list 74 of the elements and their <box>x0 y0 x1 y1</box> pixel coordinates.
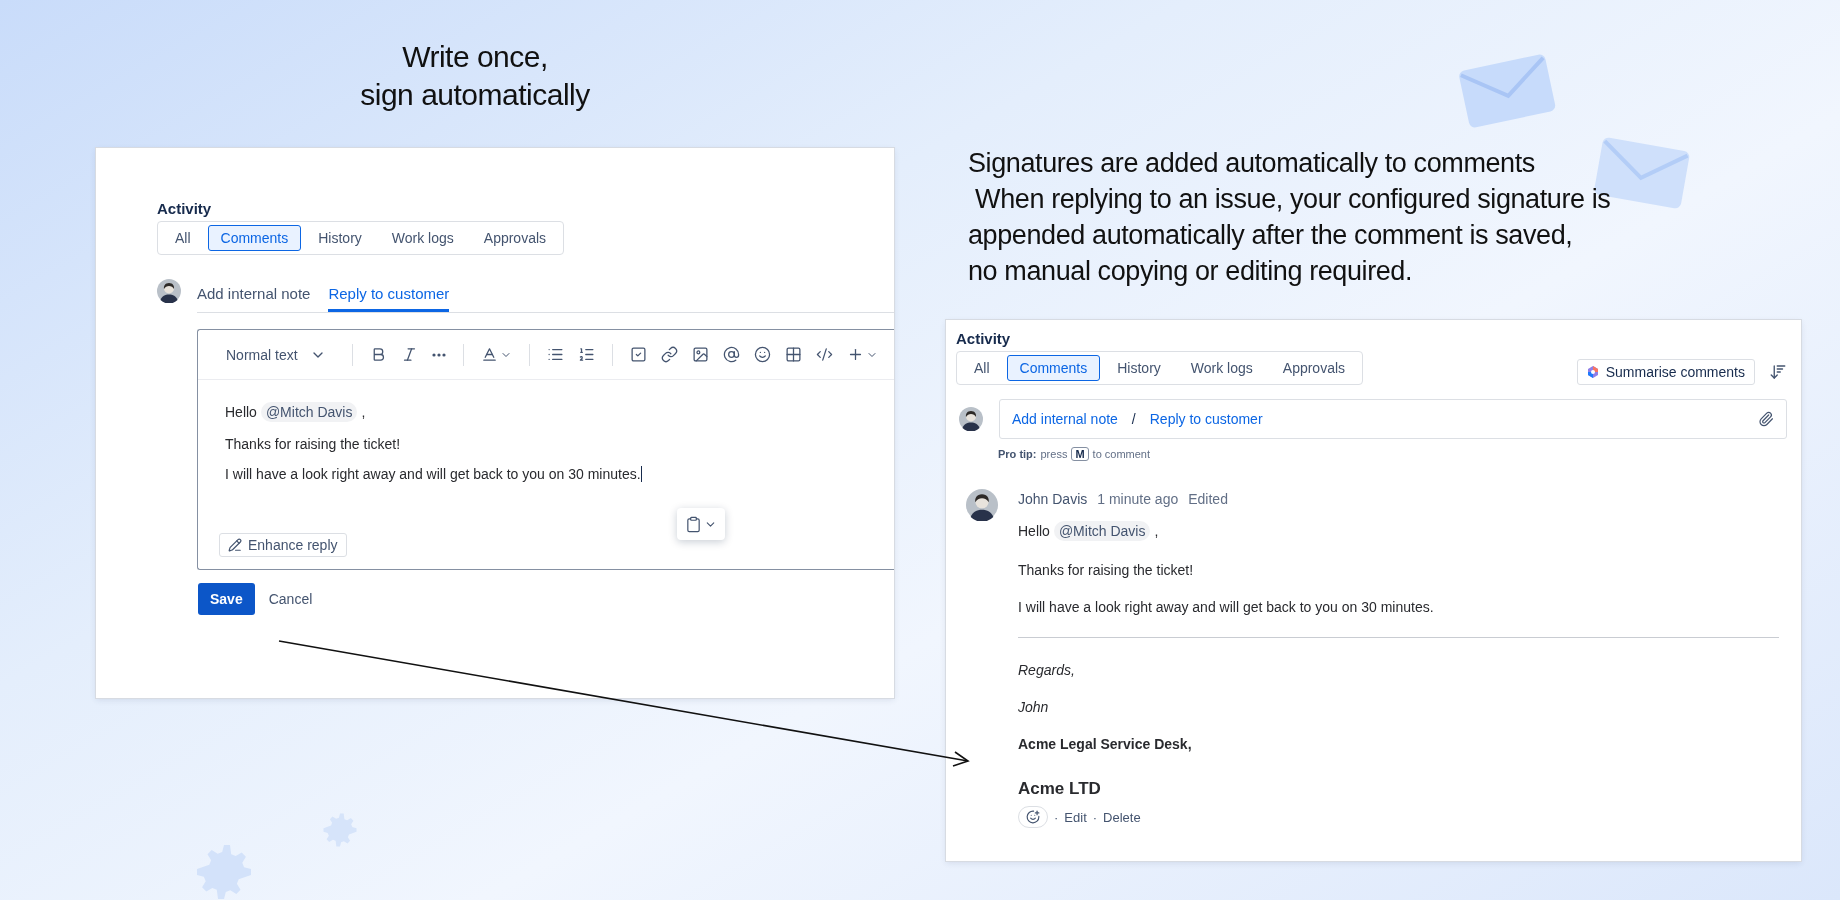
filter-tab[interactable]: Comments <box>207 225 302 251</box>
filter-tab[interactable]: History <box>1104 355 1174 381</box>
filter-tab[interactable]: Comments <box>1006 355 1101 381</box>
section-title: Activity <box>956 330 1012 347</box>
table-icon[interactable] <box>784 346 802 363</box>
signature-text: John <box>1018 699 1049 715</box>
mention-chip[interactable]: @Mitch Davis <box>260 402 358 422</box>
separator-text: / <box>1131 411 1136 427</box>
mention-icon[interactable] <box>722 346 740 363</box>
internal-note-link[interactable]: Add internal note <box>1012 411 1118 427</box>
avatar <box>157 279 181 303</box>
pencil-icon <box>228 538 242 552</box>
signature-text: Acme Legal Service Desk, <box>1018 736 1192 752</box>
comment-text: I will have a look right away and will get back to you on 30 minutes. <box>1018 599 1434 615</box>
filter-tab[interactable]: All <box>961 355 1003 381</box>
greeting-text: Hello <box>1018 523 1050 539</box>
filter-tab[interactable]: History <box>305 225 375 251</box>
sort-icon[interactable] <box>1769 363 1787 381</box>
link-icon[interactable] <box>660 346 678 363</box>
feature-title: Signatures are added automatically to comments <box>968 147 1536 180</box>
message-text: I will have a look right away and will get back to you on 30 minutes. <box>225 466 641 482</box>
headline: Write once, sign automatically <box>359 39 591 113</box>
tip-text: press <box>1040 448 1068 460</box>
comma-text: , <box>361 404 366 420</box>
greeting-text: Hello <box>225 404 257 420</box>
attach-icon[interactable] <box>1758 411 1774 427</box>
numbered-list-icon[interactable] <box>577 346 595 363</box>
enhance-reply-button[interactable]: Enhance reply <box>219 533 347 557</box>
clipboard-icon <box>685 515 702 533</box>
bullet-list-icon[interactable] <box>546 346 564 363</box>
compose-tab[interactable]: Add internal note <box>197 285 311 312</box>
filter-tab[interactable]: Work logs <box>378 225 467 251</box>
add-reaction-icon <box>1026 810 1040 824</box>
more-icon[interactable] <box>431 352 446 357</box>
avatar <box>959 407 983 431</box>
dot-separator: · <box>1054 809 1059 825</box>
text-cursor <box>640 466 642 482</box>
dot-separator: · <box>1092 809 1098 825</box>
filter-tab[interactable]: All <box>162 225 204 251</box>
tip-label: Pro tip: <box>998 448 1037 460</box>
feature-description: When replying to an issue, your configured signature is appended automatically after the comment is saved, no manual copying or editing required. <box>968 183 1612 288</box>
cancel-button[interactable]: Cancel <box>256 583 325 615</box>
signature-text: Regards, <box>1018 662 1075 678</box>
filter-tab[interactable]: Approvals <box>1269 355 1359 381</box>
comment-action[interactable]: Edit <box>1064 809 1087 825</box>
mention-chip[interactable]: @Mitch Davis <box>1053 521 1151 541</box>
comment-text: Thanks for raising the ticket! <box>1018 562 1194 578</box>
code-icon[interactable] <box>815 346 833 363</box>
filter-tab[interactable]: Approvals <box>470 225 560 251</box>
text-color-icon[interactable] <box>480 346 498 363</box>
author-name[interactable]: John Davis <box>1018 491 1088 507</box>
edited-label: Edited <box>1188 491 1228 507</box>
summarise-button[interactable]: Summarise comments <box>1576 359 1755 385</box>
filter-tab[interactable]: Work logs <box>1177 355 1266 381</box>
section-title: Activity <box>157 200 213 217</box>
comma-text: , <box>1154 523 1159 539</box>
ai-icon <box>1586 366 1599 378</box>
reply-link[interactable]: Reply to customer <box>1149 411 1263 427</box>
tip-text: to comment <box>1092 448 1151 460</box>
signature-text: Acme LTD <box>1018 779 1101 799</box>
comment-time: 1 minute ago <box>1097 491 1179 507</box>
avatar <box>966 489 998 521</box>
paste-menu-button[interactable] <box>677 508 725 540</box>
comment-action[interactable]: Delete <box>1103 809 1141 825</box>
compose-tab[interactable]: Reply to customer <box>328 285 450 312</box>
text-style-dropdown[interactable]: Normal text <box>218 342 334 367</box>
image-icon[interactable] <box>691 346 709 363</box>
reaction-button[interactable] <box>1018 806 1048 828</box>
emoji-icon[interactable] <box>753 346 771 363</box>
save-button[interactable]: Save <box>198 583 255 615</box>
comment-field[interactable]: Add internal note / Reply to customer <box>999 399 1787 439</box>
checkbox-icon[interactable] <box>629 346 647 363</box>
message-text: Thanks for raising the ticket! <box>225 436 401 452</box>
key-hint: M <box>1071 447 1089 461</box>
